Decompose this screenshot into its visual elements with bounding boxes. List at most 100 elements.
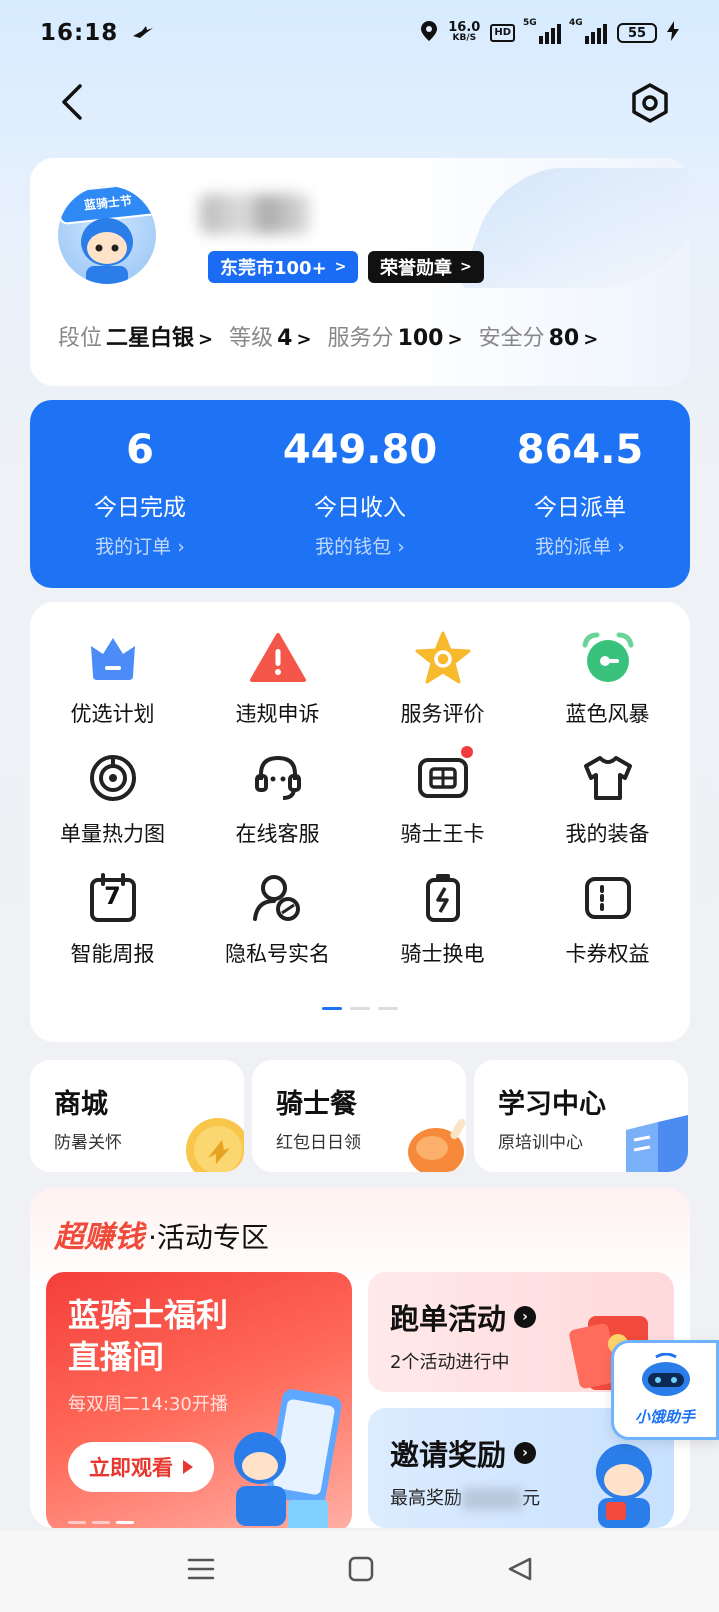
tool-service-rating[interactable]: 服务评价 bbox=[360, 630, 525, 728]
invite-reward-subtitle: 最高奖励 元 bbox=[390, 1484, 540, 1510]
page-dot bbox=[92, 1521, 110, 1524]
tool-online-support[interactable]: 在线客服 bbox=[195, 750, 360, 848]
rider-mascot-icon bbox=[596, 1444, 652, 1528]
stat-safety-score[interactable]: 安全分 80 > bbox=[479, 320, 599, 352]
tool-privacy-number[interactable]: 隐私号实名 bbox=[195, 870, 360, 968]
order-activity-label: 跑单活动 bbox=[390, 1302, 507, 1336]
city-badge[interactable]: 东莞市100+ > bbox=[208, 251, 359, 283]
today-completed[interactable]: 6 今日完成 我的订单 › bbox=[30, 400, 250, 588]
robot-helmet-icon bbox=[642, 1353, 690, 1396]
tool-label: 骑士换电 bbox=[400, 942, 485, 966]
stat-value: 4 bbox=[277, 326, 293, 351]
tool-battery-swap[interactable]: 骑士换电 bbox=[360, 870, 525, 968]
tool-label: 隐私号实名 bbox=[225, 942, 330, 966]
stat-value: 100 bbox=[397, 326, 444, 351]
username-blurred bbox=[200, 194, 310, 234]
tool-label: 服务评价 bbox=[400, 702, 485, 726]
stat-label: 段位 bbox=[58, 326, 103, 351]
invite-reward-title: 邀请奖励 › bbox=[390, 1432, 537, 1474]
activity-zone-card: 超赚钱 ·活动专区 蓝骑士福利 直播间 每双周二14:30开播 立即观看 跑单活… bbox=[30, 1188, 690, 1528]
assistant-button[interactable]: 小饿助手 bbox=[611, 1340, 719, 1440]
battery-swap-icon bbox=[415, 870, 471, 926]
avatar[interactable]: 蓝骑士节 bbox=[58, 186, 156, 284]
watch-now-button[interactable]: 立即观看 bbox=[68, 1442, 214, 1492]
settings-button[interactable] bbox=[627, 80, 673, 126]
banner-page-indicator bbox=[68, 1521, 134, 1524]
stat-value: 二星白银 bbox=[106, 326, 195, 351]
net-speed-value: 16.0 bbox=[448, 20, 481, 35]
stat-rank[interactable]: 段位 二星白银 > bbox=[58, 320, 213, 352]
chevron-right-circle-icon: › bbox=[514, 1306, 537, 1328]
honor-badge[interactable]: 荣誉勋章 > bbox=[368, 251, 484, 283]
alarm-icon bbox=[580, 630, 636, 686]
honor-badge-label: 荣誉勋章 bbox=[380, 258, 452, 279]
tool-label: 违规申诉 bbox=[235, 702, 320, 726]
sim-card-icon bbox=[415, 746, 473, 806]
home-icon[interactable] bbox=[347, 1555, 375, 1587]
rider-mascot-icon bbox=[81, 218, 133, 284]
gold-coin-icon bbox=[186, 1118, 244, 1172]
signal-4g-icon: 4G bbox=[569, 18, 607, 44]
tool-label: 骑士王卡 bbox=[400, 822, 485, 846]
tool-label: 单量热力图 bbox=[60, 822, 165, 846]
tool-blue-storm[interactable]: 蓝色风暴 bbox=[525, 630, 690, 728]
livestream-schedule: 每双周二14:30开播 bbox=[68, 1394, 228, 1415]
tools-grid-card: 优选计划 违规申诉 服务评价 蓝色风暴 单量热力图 在线客服 骑士王卡 我的装备… bbox=[30, 602, 690, 1042]
tool-my-equipment[interactable]: 我的装备 bbox=[525, 750, 690, 848]
tool-rider-sim-card[interactable]: 骑士王卡 bbox=[360, 746, 525, 848]
today-completed-label: 今日完成 bbox=[94, 495, 186, 521]
order-activity-title: 跑单活动 › bbox=[390, 1296, 537, 1338]
activity-zone-hot-label: 超赚钱 bbox=[54, 1220, 144, 1255]
target-icon bbox=[85, 750, 141, 806]
assistant-label: 小饿助手 bbox=[634, 1408, 695, 1426]
my-wallet-link[interactable]: 我的钱包 › bbox=[315, 532, 405, 559]
my-orders-link[interactable]: 我的订单 › bbox=[95, 532, 185, 559]
sim2-label: 4G bbox=[569, 18, 583, 28]
tool-label: 优选计划 bbox=[70, 702, 155, 726]
activity-zone-title: ·活动专区 bbox=[148, 1221, 269, 1254]
tool-label: 在线客服 bbox=[235, 822, 320, 846]
calendar-day: 7 bbox=[104, 882, 121, 910]
tool-order-heatmap[interactable]: 单量热力图 bbox=[30, 750, 195, 848]
mall-title: 商城 bbox=[54, 1089, 108, 1120]
today-income[interactable]: 449.80 今日收入 我的钱包 › bbox=[250, 400, 470, 588]
stat-level[interactable]: 等级 4 > bbox=[229, 320, 311, 352]
tool-coupons[interactable]: 卡券权益 bbox=[525, 870, 690, 968]
stat-label: 服务分 bbox=[327, 326, 394, 351]
livestream-banner[interactable]: 蓝骑士福利 直播间 每双周二14:30开播 立即观看 bbox=[46, 1272, 352, 1528]
rider-stats: 段位 二星白银 > 等级 4 > 服务分 100 > 安全分 80 > bbox=[58, 320, 598, 352]
chevron-right-icon: > bbox=[583, 329, 599, 350]
learning-center-card[interactable]: 学习中心 原培训中心 bbox=[474, 1060, 688, 1172]
page-dot bbox=[350, 1007, 370, 1010]
my-dispatch-link[interactable]: 我的派单 › bbox=[535, 532, 625, 559]
page-dot-active bbox=[322, 1007, 342, 1010]
profile-card: 蓝骑士节 东莞市100+ > 荣誉勋章 > 段位 二星白银 > 等级 4 > 服务分 100 >… bbox=[30, 158, 690, 386]
my-dispatch-label: 我的派单 bbox=[535, 536, 612, 558]
crown-icon bbox=[85, 630, 141, 686]
learning-center-title: 学习中心 bbox=[498, 1089, 606, 1120]
mall-card[interactable]: 商城 防暑关怀 bbox=[30, 1060, 244, 1172]
stat-label: 安全分 bbox=[478, 326, 545, 351]
back-button[interactable] bbox=[52, 80, 92, 124]
system-nav-bar bbox=[0, 1530, 719, 1612]
chevron-right-icon: > bbox=[296, 329, 312, 350]
tool-premium-plan[interactable]: 优选计划 bbox=[30, 630, 195, 728]
today-dispatch[interactable]: 864.5 今日派单 我的派单 › bbox=[470, 400, 690, 588]
charging-icon bbox=[667, 21, 679, 45]
rider-meal-card[interactable]: 骑士餐 红包日日领 bbox=[252, 1060, 466, 1172]
today-income-value: 449.80 bbox=[282, 427, 438, 473]
tools-grid: 优选计划 违规申诉 服务评价 蓝色风暴 单量热力图 在线客服 骑士王卡 我的装备… bbox=[30, 630, 690, 968]
today-completed-value: 6 bbox=[126, 427, 154, 473]
tool-weekly-report[interactable]: 7 智能周报 bbox=[30, 870, 195, 968]
menu-icon[interactable] bbox=[186, 1556, 216, 1586]
livestream-title: 蓝骑士福利 直播间 bbox=[68, 1296, 229, 1376]
tool-violation-appeal[interactable]: 违规申诉 bbox=[195, 630, 360, 728]
grid-page-indicator bbox=[30, 1007, 690, 1010]
hd-icon: HD bbox=[490, 24, 515, 42]
rider-meal-subtitle: 红包日日领 bbox=[276, 1133, 361, 1153]
stat-service-score[interactable]: 服务分 100 > bbox=[328, 320, 463, 352]
top-nav bbox=[0, 66, 719, 136]
warning-icon bbox=[249, 630, 306, 686]
back-triangle-icon[interactable] bbox=[506, 1555, 534, 1587]
signal-5g-icon: 5G bbox=[523, 18, 561, 44]
